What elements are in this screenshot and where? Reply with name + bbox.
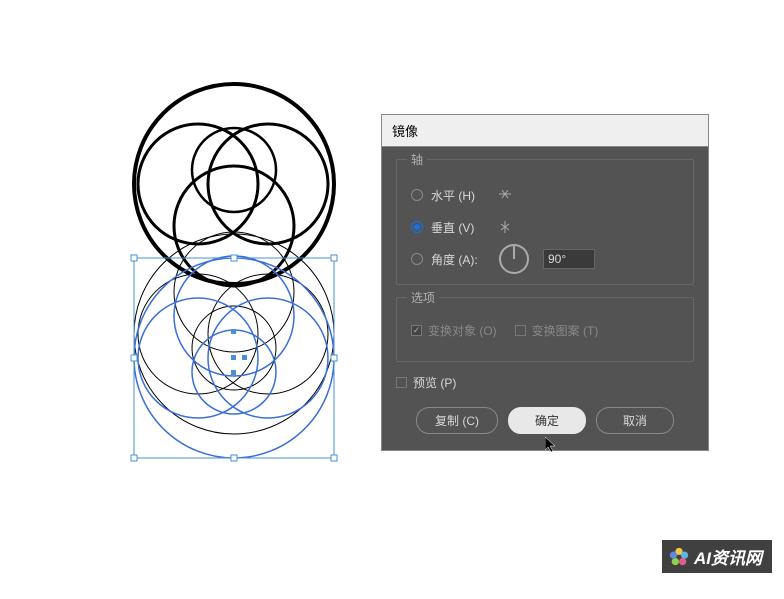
watermark-text: AI资讯网 bbox=[694, 544, 762, 569]
ok-button[interactable]: 确定 bbox=[508, 407, 586, 434]
checkbox-transform-patterns[interactable] bbox=[515, 325, 526, 336]
checkbox-transform-objects[interactable]: ✓ bbox=[411, 325, 422, 336]
artwork-svg bbox=[0, 0, 380, 500]
radio-angle[interactable] bbox=[411, 253, 423, 265]
transform-patterns-option[interactable]: 变换图案 (T) bbox=[515, 322, 599, 339]
angle-option[interactable]: 角度 (A): bbox=[411, 248, 679, 270]
button-row: 复制 (C) 确定 取消 bbox=[396, 407, 694, 434]
transform-objects-option[interactable]: ✓ 变换对象 (O) bbox=[411, 322, 497, 339]
mirror-dialog: 镜像 轴 水平 (H) 垂直 (V) bbox=[381, 114, 709, 451]
radio-horizontal[interactable] bbox=[411, 189, 423, 201]
vertical-mirror-icon bbox=[497, 219, 513, 235]
vertical-option[interactable]: 垂直 (V) bbox=[411, 216, 679, 238]
angle-knob[interactable] bbox=[499, 244, 529, 274]
radio-vertical[interactable] bbox=[411, 221, 423, 233]
axis-label: 轴 bbox=[407, 151, 427, 168]
axis-group: 轴 水平 (H) 垂直 (V) 角度 (A): bbox=[396, 159, 694, 285]
horizontal-option[interactable]: 水平 (H) bbox=[411, 184, 679, 206]
canvas-area bbox=[0, 0, 380, 599]
angle-input[interactable] bbox=[543, 249, 595, 269]
options-label: 选项 bbox=[407, 289, 439, 306]
cancel-button[interactable]: 取消 bbox=[596, 407, 674, 434]
checkbox-preview[interactable] bbox=[396, 377, 407, 388]
watermark: AI资讯网 bbox=[662, 540, 772, 573]
options-group: 选项 ✓ 变换对象 (O) 变换图案 (T) bbox=[396, 297, 694, 362]
horizontal-mirror-icon bbox=[497, 187, 513, 203]
preview-option[interactable]: 预览 (P) bbox=[396, 374, 694, 391]
copy-button[interactable]: 复制 (C) bbox=[416, 407, 498, 434]
dialog-title[interactable]: 镜像 bbox=[382, 115, 708, 147]
flower-icon bbox=[668, 546, 690, 568]
